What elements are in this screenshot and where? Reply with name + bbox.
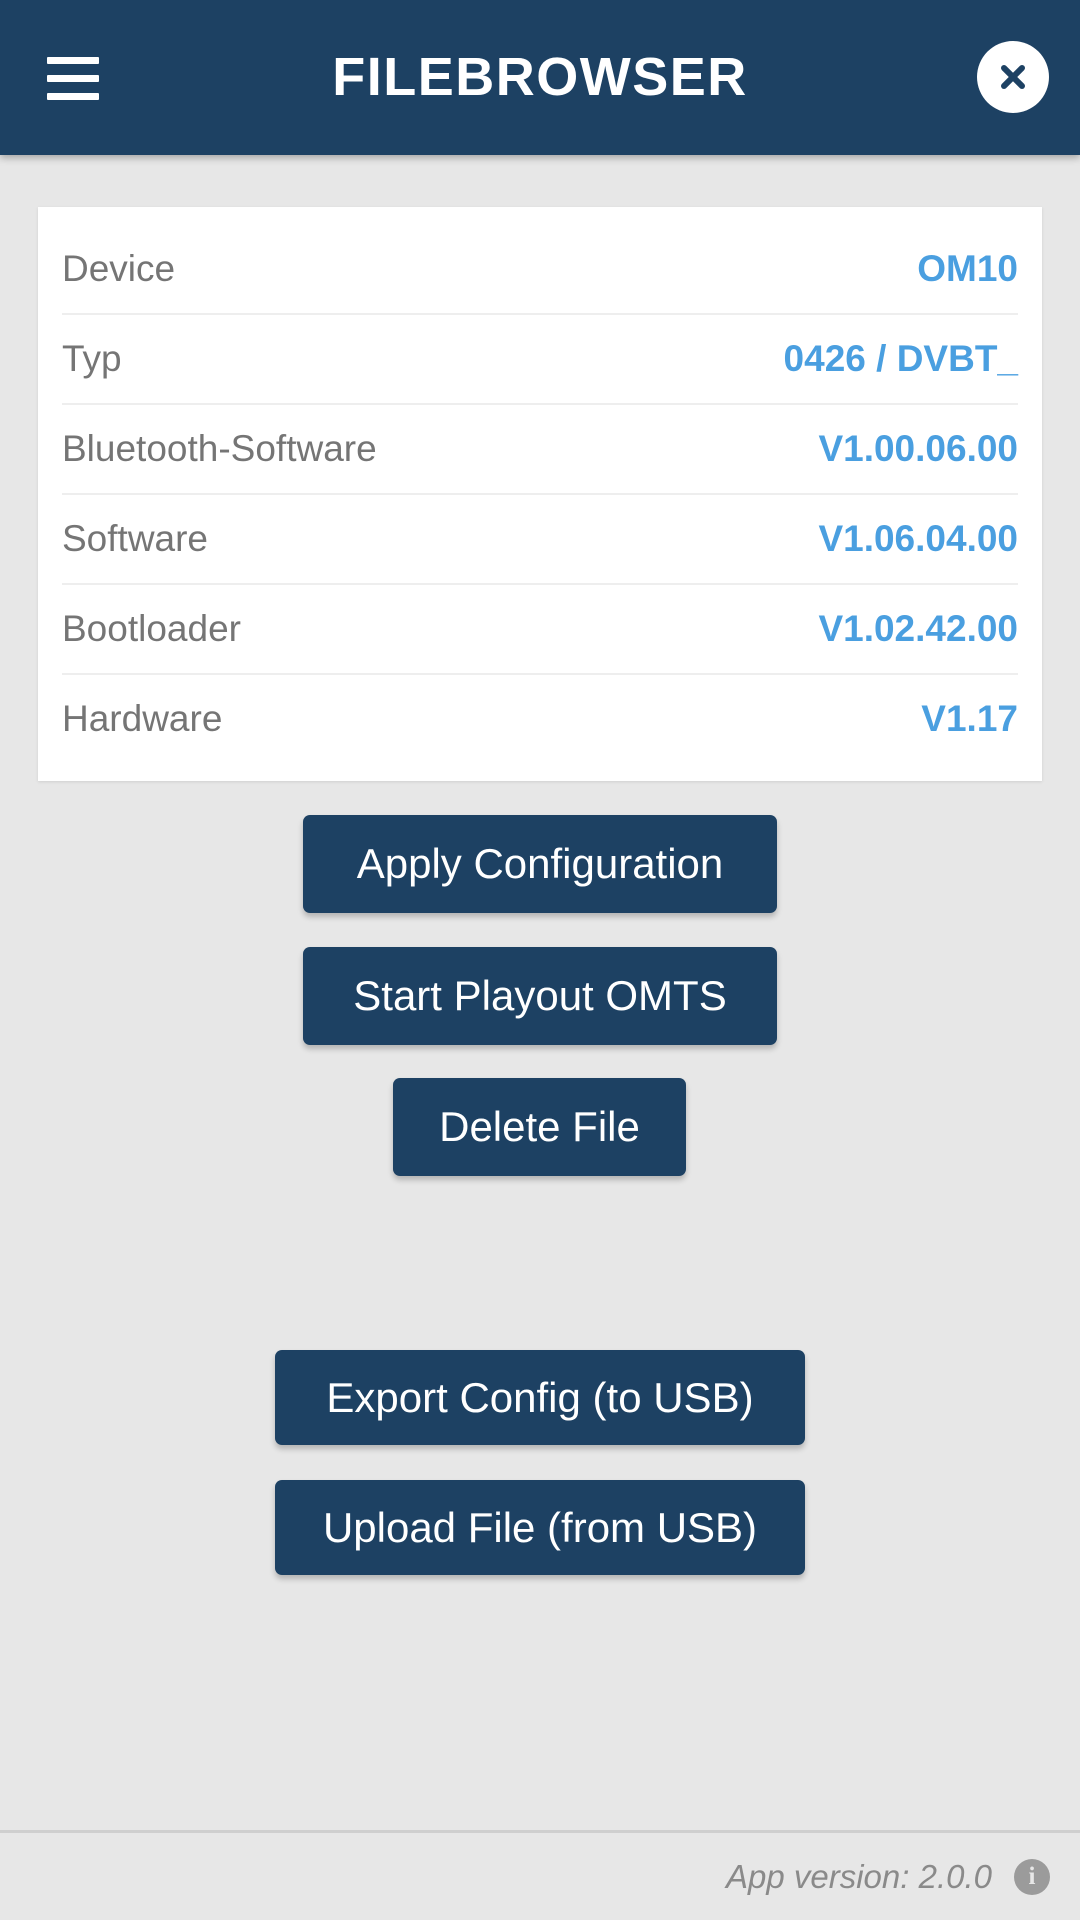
apply-configuration-button[interactable]: Apply Configuration	[303, 815, 777, 913]
app-version-label: App version: 2.0.0	[726, 1857, 992, 1895]
app-header: FILEBROWSER	[0, 0, 1080, 155]
row-label: Hardware	[62, 698, 223, 739]
table-row: Typ 0426 / DVBT_	[62, 315, 1018, 405]
table-row: Bootloader V1.02.42.00	[62, 585, 1018, 675]
table-row: Device OM10	[62, 225, 1018, 315]
row-value: OM10	[917, 248, 1018, 289]
info-circle-icon[interactable]: i	[1014, 1858, 1050, 1895]
table-row: Bluetooth-Software V1.00.06.00	[62, 405, 1018, 495]
row-label: Device	[62, 248, 176, 289]
row-value: V1.17	[921, 698, 1018, 739]
footer-bar: App version: 2.0.0 i	[0, 1833, 1080, 1920]
table-row: Software V1.06.04.00	[62, 495, 1018, 585]
row-value: 0426 / DVBT_	[783, 338, 1018, 379]
page-title: FILEBROWSER	[332, 47, 748, 107]
row-label: Bluetooth-Software	[62, 428, 377, 469]
close-button[interactable]	[977, 41, 1049, 113]
row-value: V1.02.42.00	[818, 608, 1018, 649]
delete-file-button[interactable]: Delete File	[393, 1078, 686, 1176]
row-label: Bootloader	[62, 608, 241, 649]
device-info-card: Device OM10 Typ 0426 / DVBT_ Bluetooth-S…	[38, 207, 1042, 781]
row-value: V1.06.04.00	[818, 518, 1018, 559]
table-row: Hardware V1.17	[62, 675, 1018, 763]
info-icon-glyph: i	[1028, 1863, 1036, 1890]
upload-file-from-usb-button[interactable]: Upload File (from USB)	[275, 1480, 805, 1575]
close-x-icon	[991, 55, 1035, 99]
start-playout-omts-button[interactable]: Start Playout OMTS	[303, 947, 777, 1045]
row-label: Typ	[62, 338, 122, 379]
row-label: Software	[62, 518, 209, 559]
row-value: V1.00.06.00	[818, 428, 1018, 469]
export-config-to-usb-button[interactable]: Export Config (to USB)	[275, 1350, 805, 1445]
